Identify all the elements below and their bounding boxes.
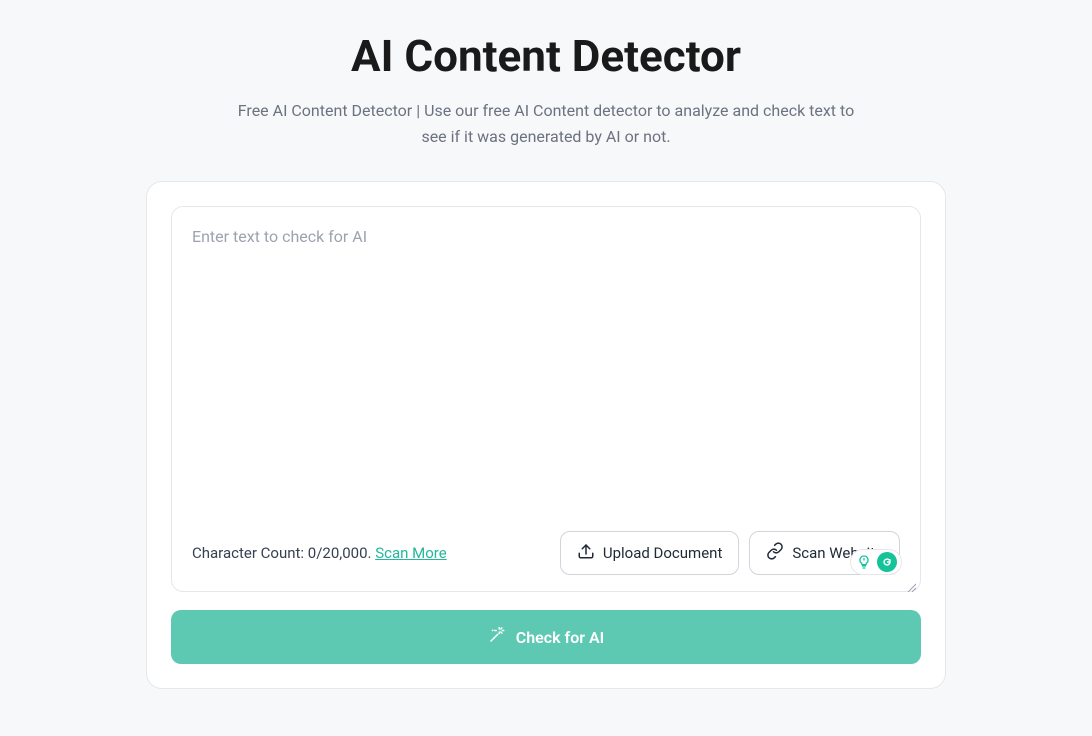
magic-wand-icon (488, 626, 506, 648)
lightbulb-icon (855, 553, 873, 571)
check-for-ai-button[interactable]: Check for AI (171, 610, 921, 664)
check-button-label: Check for AI (516, 628, 605, 647)
resize-handle-icon[interactable] (906, 577, 916, 587)
char-count: Character Count: 0/20,000. Scan More (192, 544, 447, 562)
grammarly-widget[interactable] (850, 549, 902, 575)
char-count-value: 0/20,000. (308, 544, 372, 562)
upload-document-button[interactable]: Upload Document (560, 531, 740, 575)
scan-more-link[interactable]: Scan More (375, 544, 446, 562)
page-title: AI Content Detector (351, 30, 741, 82)
textarea-container: Character Count: 0/20,000. Scan More Upl… (171, 206, 921, 592)
detector-card: Character Count: 0/20,000. Scan More Upl… (146, 181, 946, 689)
link-icon (766, 542, 784, 564)
text-input[interactable] (192, 227, 900, 507)
upload-icon (577, 542, 595, 564)
grammarly-icon (877, 552, 897, 572)
page-subtitle: Free AI Content Detector | Use our free … (236, 98, 856, 149)
upload-button-label: Upload Document (603, 544, 723, 562)
char-count-label: Character Count: (192, 544, 308, 562)
editor-footer: Character Count: 0/20,000. Scan More Upl… (192, 531, 900, 575)
action-button-group: Upload Document Scan Website (560, 531, 900, 575)
